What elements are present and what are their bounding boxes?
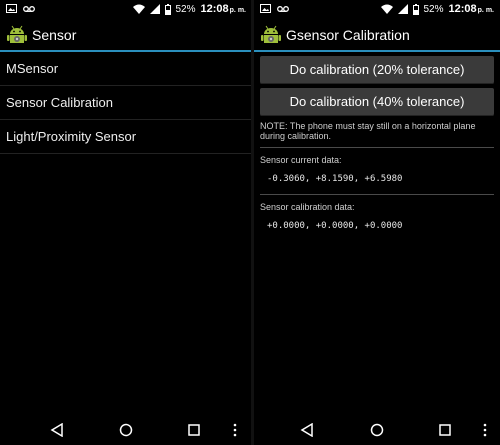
home-icon[interactable]: [119, 423, 133, 437]
clock-ampm: p. m.: [477, 7, 494, 14]
back-icon[interactable]: [50, 423, 64, 437]
home-icon[interactable]: [370, 423, 384, 437]
wifi-icon: [380, 4, 393, 14]
voicemail-icon: [23, 5, 35, 12]
navigation-bar: [0, 415, 252, 445]
wifi-icon: [132, 4, 145, 14]
status-bar: 52% 12:08p. m.: [0, 0, 252, 20]
menu-item-sensor-calibration[interactable]: Sensor Calibration: [0, 86, 252, 120]
current-data-value: -0.3060, +8.1590, +6.5980: [267, 174, 403, 184]
clock: 12:08p. m.: [449, 3, 494, 15]
screen-title: Gsensor Calibration: [286, 27, 410, 43]
battery-icon: [164, 3, 171, 15]
android-app-icon: [261, 25, 281, 43]
battery-percent: 52%: [175, 3, 196, 15]
action-bar: Sensor: [0, 20, 252, 52]
clock-time: 12:08: [200, 3, 229, 15]
recent-apps-icon[interactable]: [188, 424, 200, 436]
calibrate-40-button[interactable]: Do calibration (40% tolerance): [260, 88, 494, 116]
sensor-screen: 52% 12:08p. m. Sensor MSensor Sensor Cal…: [0, 0, 252, 445]
battery-percent: 52%: [423, 3, 444, 15]
menu-item-msensor[interactable]: MSensor: [0, 52, 252, 86]
signal-icon: [397, 4, 408, 14]
divider: [260, 147, 494, 148]
voicemail-icon: [277, 5, 289, 12]
image-notification-icon: [6, 4, 17, 13]
image-notification-icon: [260, 4, 271, 13]
screen-title: Sensor: [32, 27, 77, 43]
calibration-data-value: +0.0000, +0.0000, +0.0000: [267, 221, 403, 231]
status-bar: 52% 12:08p. m.: [254, 0, 500, 20]
menu-item-light-proximity-sensor[interactable]: Light/Proximity Sensor: [0, 120, 252, 154]
divider: [260, 194, 494, 195]
calibrate-20-button[interactable]: Do calibration (20% tolerance): [260, 56, 494, 84]
signal-icon: [149, 4, 160, 14]
action-bar: Gsensor Calibration: [254, 20, 500, 52]
recent-apps-icon[interactable]: [439, 424, 451, 436]
navigation-bar: [254, 415, 500, 445]
android-app-icon: [7, 25, 27, 43]
back-icon[interactable]: [300, 423, 314, 437]
clock: 12:08p. m.: [201, 3, 246, 15]
overflow-menu-icon[interactable]: [483, 423, 487, 437]
current-data-label: Sensor current data:: [260, 155, 342, 165]
battery-icon: [412, 3, 419, 15]
calibration-note: NOTE: The phone must stay still on a hor…: [260, 121, 476, 141]
overflow-menu-icon[interactable]: [233, 423, 237, 437]
calibration-data-label: Sensor calibration data:: [260, 202, 355, 212]
gsensor-calibration-screen: 52% 12:08p. m. Gsensor Calibration Do ca…: [254, 0, 500, 445]
clock-time: 12:08: [448, 3, 477, 15]
clock-ampm: p. m.: [229, 7, 246, 14]
